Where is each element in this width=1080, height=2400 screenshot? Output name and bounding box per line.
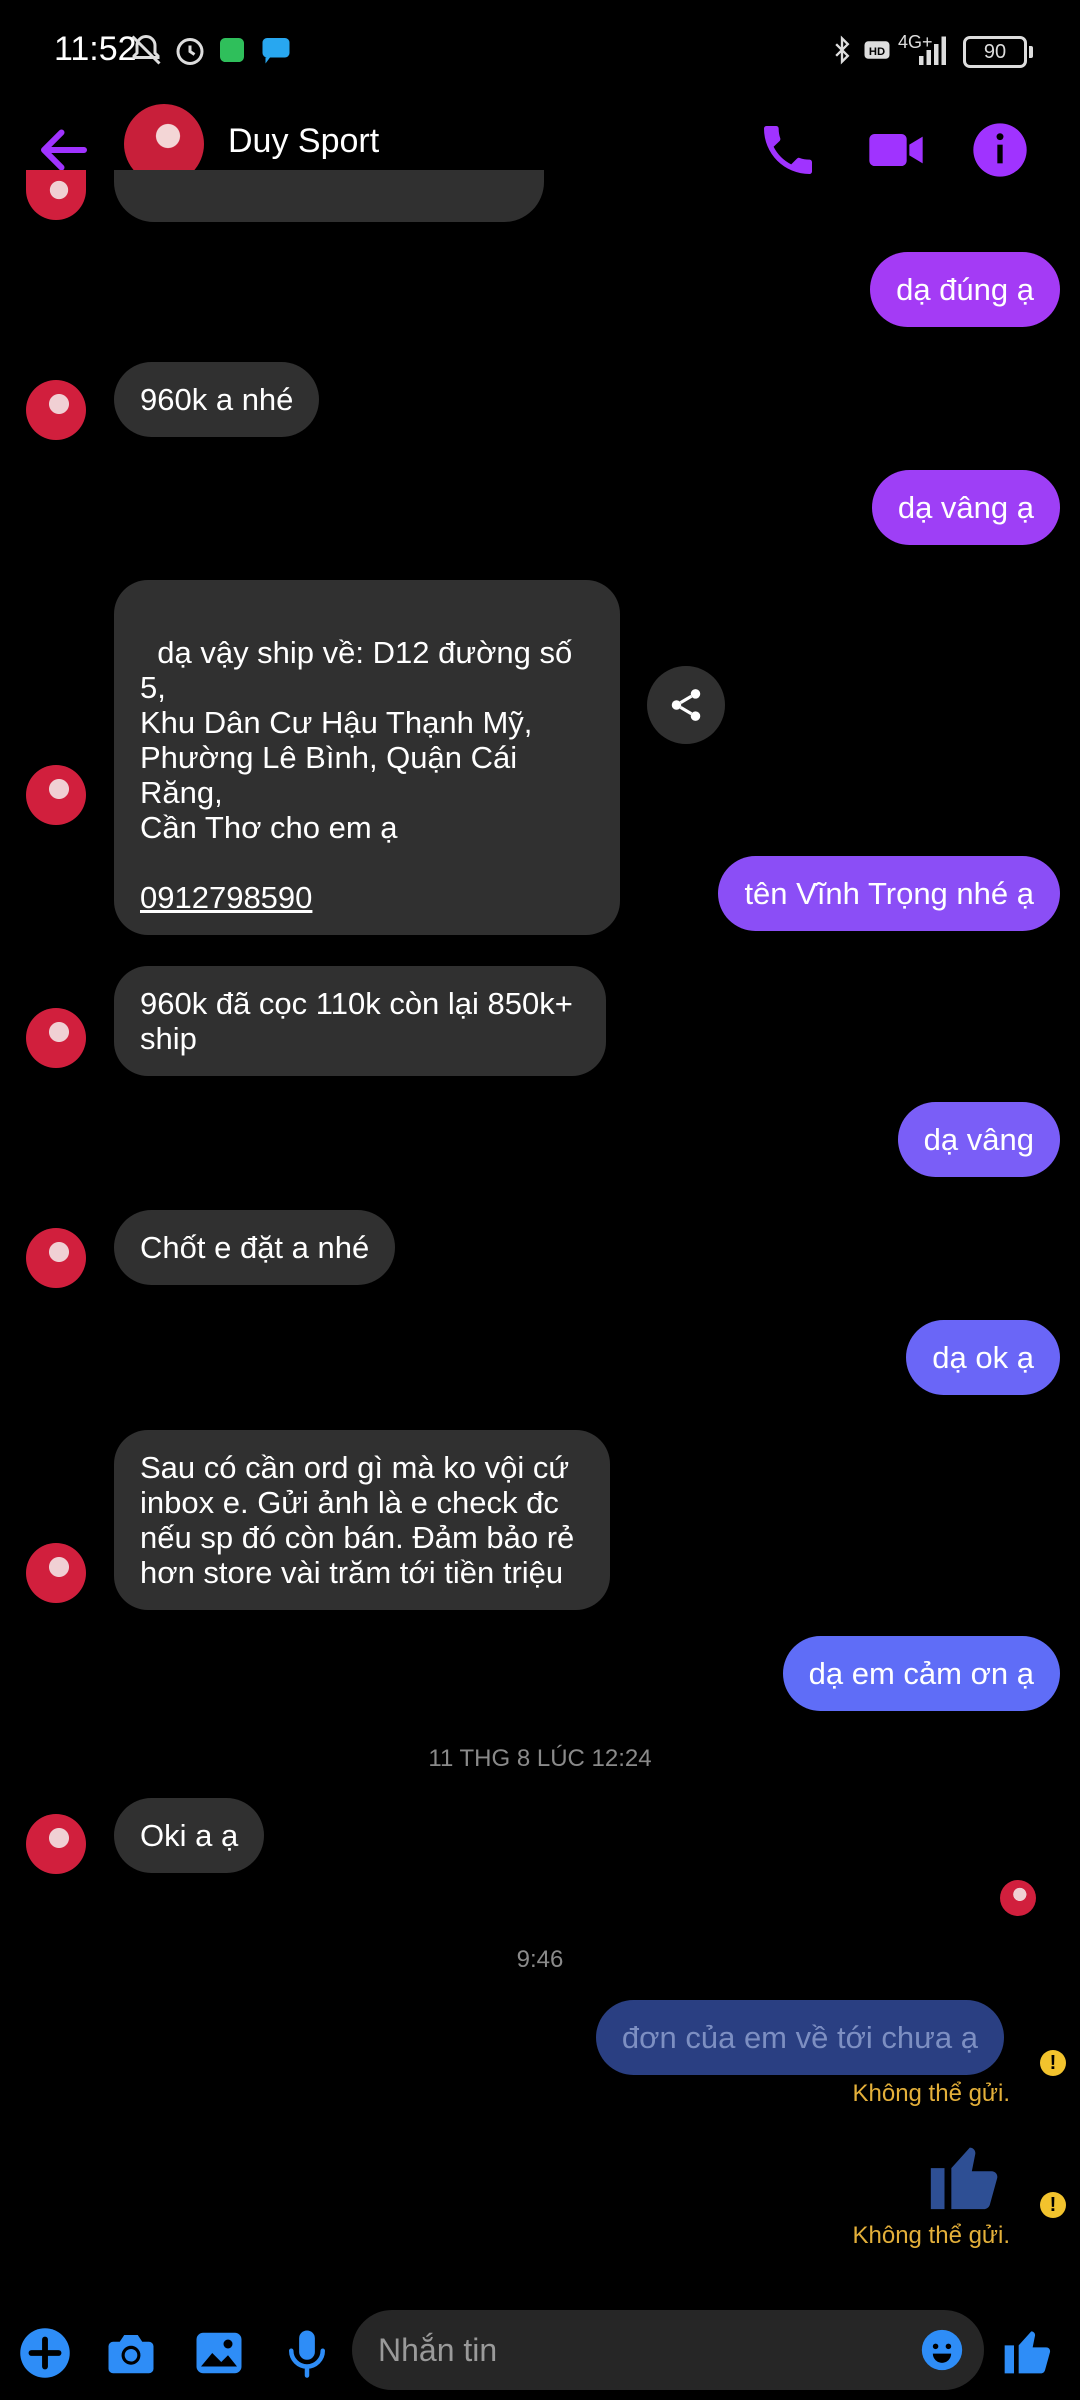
sender-avatar	[26, 170, 86, 220]
send-failed-label: Không thể gửi.	[852, 2080, 1010, 2107]
read-receipt-avatar	[1000, 1880, 1036, 1916]
timestamp: 11 THG 8 LÚC 12:24	[428, 1745, 652, 1772]
phone-icon[interactable]	[756, 118, 820, 182]
bluetooth-icon	[835, 35, 850, 65]
message-bubble-partial	[114, 170, 544, 222]
emoji-icon[interactable]	[920, 2328, 964, 2372]
message-incoming[interactable]: Chốt e đặt a nhé	[114, 1210, 396, 1285]
alarm-icon	[176, 38, 204, 65]
sender-avatar	[26, 1228, 86, 1288]
thumbs-up-icon[interactable]	[924, 2134, 1006, 2216]
share-icon	[671, 689, 701, 721]
sender-avatar	[26, 1814, 86, 1874]
plus-icon[interactable]	[18, 2326, 72, 2380]
info-icon[interactable]	[968, 118, 1032, 182]
thumbs-up-icon[interactable]	[1000, 2322, 1056, 2378]
message-outgoing[interactable]: dạ đúng ạ	[870, 252, 1060, 327]
image-icon[interactable]	[192, 2326, 246, 2380]
hd-icon: HD	[864, 41, 890, 59]
sender-avatar	[26, 1008, 86, 1068]
address-text: dạ vậy ship về: D12 đường số 5, Khu Dân …	[140, 635, 573, 845]
message-outgoing[interactable]: dạ em cảm ơn ạ	[782, 1636, 1060, 1711]
message-notification-icon	[262, 38, 290, 64]
message-incoming[interactable]: 960k a nhé	[114, 362, 320, 437]
send-failed-label: Không thể gửi.	[852, 2222, 1010, 2249]
contact-name[interactable]: Duy Sport	[228, 122, 379, 161]
message-outgoing[interactable]: tên Vĩnh Trọng nhé ạ	[718, 856, 1060, 931]
message-composer	[0, 2300, 1080, 2400]
sender-avatar	[26, 1543, 86, 1603]
status-time: 11:52	[54, 30, 137, 68]
share-button[interactable]	[647, 666, 725, 744]
message-incoming[interactable]: Oki a ạ	[114, 1798, 265, 1873]
microphone-icon[interactable]	[280, 2326, 334, 2380]
message-incoming[interactable]: Sau có cần ord gì mà ko vội cứ inbox e. …	[114, 1430, 610, 1610]
camera-icon[interactable]	[104, 2326, 158, 2380]
app-notification-icon	[220, 38, 244, 62]
message-outgoing[interactable]: dạ vâng	[897, 1102, 1060, 1177]
signal-icon	[919, 36, 946, 65]
message-incoming[interactable]: 960k đã cọc 110k còn lại 850k+ ship	[114, 966, 606, 1076]
message-outgoing[interactable]: dạ ok ạ	[906, 1320, 1060, 1395]
message-outgoing-failed[interactable]: đơn của em về tới chưa ạ	[595, 2000, 1004, 2075]
message-input[interactable]	[352, 2310, 984, 2390]
timestamp: 9:46	[516, 1946, 564, 1973]
message-incoming-address[interactable]: dạ vậy ship về: D12 đường số 5, Khu Dân …	[114, 580, 620, 935]
sender-avatar	[26, 765, 86, 825]
sender-avatar	[26, 380, 86, 440]
battery-indicator: 90	[963, 36, 1033, 68]
video-call-icon[interactable]	[864, 118, 928, 182]
phone-number-link[interactable]: 0912798590	[140, 880, 312, 915]
message-outgoing[interactable]: dạ vâng ạ	[871, 470, 1060, 545]
mute-bell-icon	[131, 34, 161, 65]
warning-icon[interactable]: !	[1040, 2192, 1066, 2218]
warning-icon[interactable]: !	[1040, 2050, 1066, 2076]
svg-text:HD: HD	[869, 46, 885, 58]
status-bar: 11:52 HD 4G+ 90	[0, 0, 1080, 100]
